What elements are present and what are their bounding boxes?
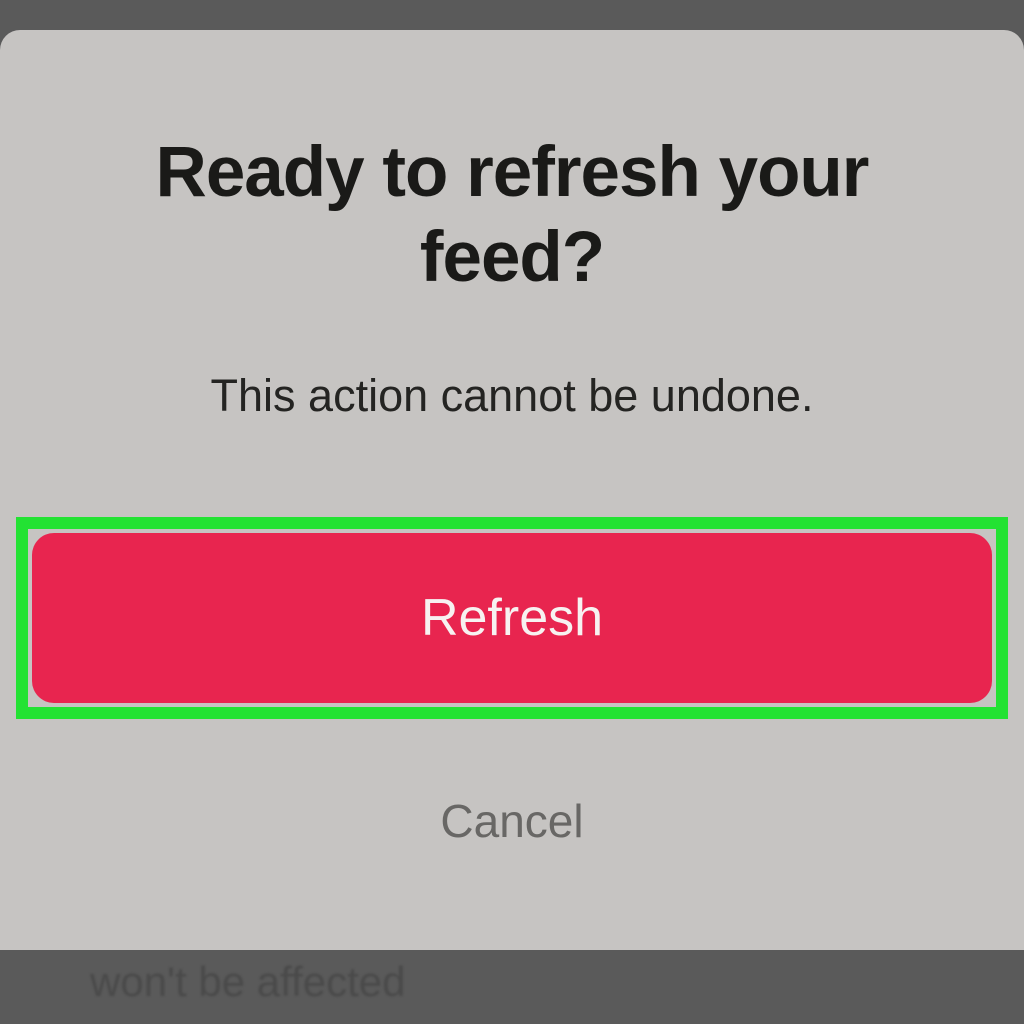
dialog-title: Ready to refresh your feed? <box>82 130 942 300</box>
highlight-annotation: Refresh <box>16 517 1008 719</box>
refresh-button[interactable]: Refresh <box>32 533 992 703</box>
cancel-button[interactable]: Cancel <box>440 794 583 848</box>
background-partial-text: won't be affected <box>90 958 405 1006</box>
confirmation-dialog: Ready to refresh your feed? This action … <box>0 30 1024 950</box>
dialog-subtitle: This action cannot be undone. <box>211 370 814 422</box>
